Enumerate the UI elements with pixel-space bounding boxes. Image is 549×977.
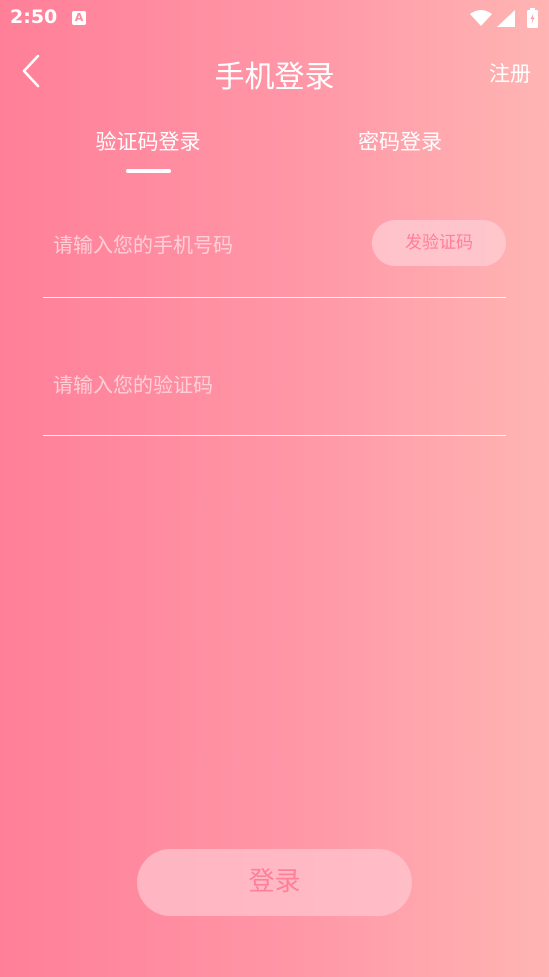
- login-button[interactable]: 登录: [137, 849, 412, 916]
- send-code-button[interactable]: 发验证码: [372, 220, 506, 266]
- signal-icon: [497, 10, 515, 27]
- code-field: [43, 345, 506, 436]
- phone-field: 发验证码: [43, 205, 506, 298]
- notification-badge-icon: A: [72, 11, 86, 25]
- verification-code-input[interactable]: [51, 365, 365, 405]
- battery-icon: [527, 8, 538, 28]
- phone-input[interactable]: [51, 225, 365, 265]
- login-screen: 2:50 A 手机登录 注册 验证码登录 密码登录 发验证码 登录: [0, 0, 549, 977]
- status-time: 2:50: [10, 6, 58, 28]
- status-bar: 2:50 A: [0, 0, 549, 36]
- page-title: 手机登录: [214, 60, 335, 95]
- tab-code-login[interactable]: 验证码登录: [48, 126, 248, 156]
- tab-password-login[interactable]: 密码登录: [300, 126, 500, 156]
- register-link[interactable]: 注册: [489, 58, 531, 88]
- wifi-icon: [470, 10, 492, 26]
- active-tab-indicator: [126, 169, 171, 173]
